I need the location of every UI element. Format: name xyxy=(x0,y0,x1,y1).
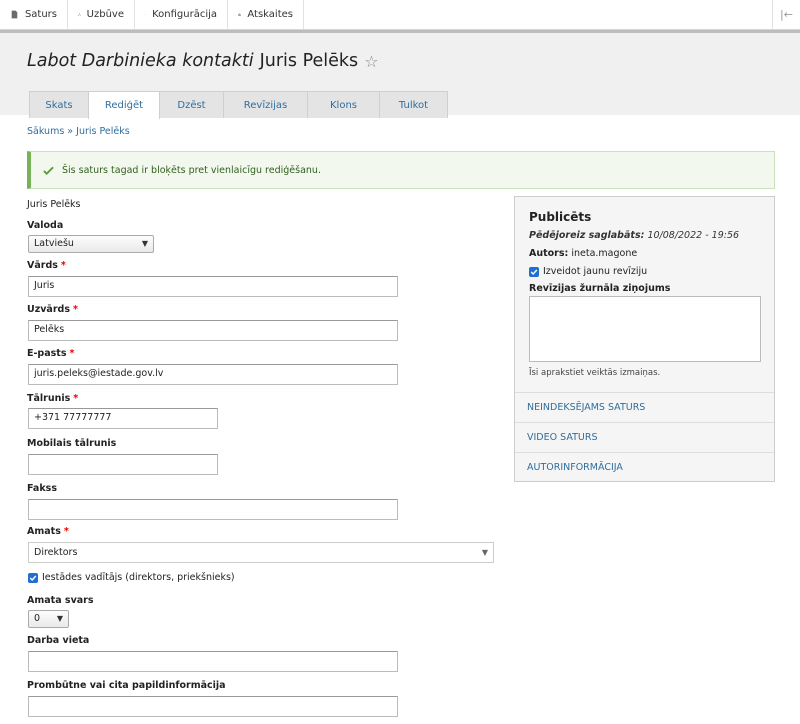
status-message: Šis saturs tagad ir bloķēts pret vienlai… xyxy=(27,151,775,189)
revision-log-textarea[interactable] xyxy=(529,296,761,362)
star-icon[interactable]: ☆ xyxy=(364,52,378,71)
toolbar-item-label: Uzbūve xyxy=(86,9,124,20)
breadcrumb[interactable]: Sākums » Juris Pelēks xyxy=(27,126,130,137)
revision-log-help: Īsi aprakstiet veiktās izmaiņas. xyxy=(529,368,661,378)
toolbar-item-label: Atskaites xyxy=(247,9,293,20)
dropdown-arrow-icon: ▼ xyxy=(56,614,63,623)
phone-label: Tālrunis * xyxy=(27,393,79,404)
toolbar-item-configuration[interactable]: Konfigurācija xyxy=(135,0,228,29)
bar-chart-icon xyxy=(238,13,242,16)
last-name-label: Uzvārds * xyxy=(27,304,78,315)
toolbar-item-content[interactable]: Saturs xyxy=(0,0,68,29)
publishing-panel: Publicēts Pēdējoreiz saglabāts: 10/08/20… xyxy=(515,197,774,392)
fax-label: Fakss xyxy=(27,483,57,494)
weight-select-value: 0 xyxy=(34,613,41,624)
language-select-value: Latviešu xyxy=(34,238,74,249)
page-header: Labot Darbinieka kontakti Juris Pelēks ☆… xyxy=(0,30,800,119)
wrench-icon xyxy=(145,14,147,15)
last-saved: Pēdējoreiz saglabāts: 10/08/2022 - 19:56 xyxy=(529,230,740,241)
dropdown-arrow-icon: ▼ xyxy=(481,548,488,557)
author-info: Autors: ineta.magone xyxy=(529,248,638,259)
toolbar-item-reports[interactable]: Atskaites xyxy=(228,0,304,29)
toolbar-item-label: Konfigurācija xyxy=(152,9,217,20)
new-revision-checkbox[interactable]: Izveidot jaunu revīziju xyxy=(529,266,647,277)
absence-field[interactable] xyxy=(28,696,398,717)
email-label: E-pasts * xyxy=(27,348,75,359)
fax-field[interactable] xyxy=(28,499,398,520)
page-title-name: Juris Pelēks xyxy=(259,51,359,71)
toolbar-item-label: Saturs xyxy=(24,9,57,20)
section-author-info[interactable]: AUTORINFORMĀCIJA xyxy=(515,452,774,482)
email-field[interactable]: juris.peleks@iestade.gov.lv xyxy=(28,364,398,385)
tabs: Skats Rediģēt Dzēst Revīzijas Klons Tulk… xyxy=(29,91,448,119)
revision-log-label: Revīzijas žurnāla ziņojums xyxy=(529,283,671,294)
page-title: Labot Darbinieka kontakti Juris Pelēks ☆ xyxy=(27,51,379,71)
tab-edit[interactable]: Rediģēt xyxy=(88,91,160,119)
first-name-label: Vārds * xyxy=(27,260,66,271)
workplace-label: Darba vieta xyxy=(27,635,90,646)
collapse-icon[interactable]: |← xyxy=(772,0,800,29)
checkbox-checked-icon[interactable] xyxy=(529,266,539,277)
language-select[interactable]: Latviešu ▼ xyxy=(28,235,154,253)
page-title-prefix: Labot Darbinieka kontakti xyxy=(27,51,254,71)
position-select-value: Direktors xyxy=(34,547,78,558)
head-of-institution-checkbox[interactable]: Iestādes vadītājs (direktors, priekšniek… xyxy=(28,572,235,583)
section-video[interactable]: VIDEO SATURS xyxy=(515,422,774,452)
tab-revisions[interactable]: Revīzijas xyxy=(223,91,308,118)
status-message-text: Šis saturs tagad ir bloķēts pret vienlai… xyxy=(62,164,321,176)
structure-icon xyxy=(78,13,81,16)
toolbar-item-structure[interactable]: Uzbūve xyxy=(68,0,135,29)
mobile-field[interactable] xyxy=(28,454,218,475)
tab-delete[interactable]: Dzēst xyxy=(159,91,224,118)
language-label: Valoda xyxy=(27,220,64,231)
meta-sidebar: Publicēts Pēdējoreiz saglabāts: 10/08/20… xyxy=(514,196,775,482)
position-select[interactable]: Direktors ▼ xyxy=(28,542,494,563)
head-checkbox-label: Iestādes vadītājs (direktors, priekšniek… xyxy=(42,572,235,583)
tab-clone[interactable]: Klons xyxy=(307,91,380,118)
dropdown-arrow-icon: ▼ xyxy=(141,239,148,248)
absence-label: Prombūtne vai cita papildinformācija xyxy=(27,680,226,691)
document-icon xyxy=(11,10,18,19)
weight-select[interactable]: 0 ▼ xyxy=(28,610,69,628)
weight-label: Amata svars xyxy=(27,595,94,606)
section-noindex[interactable]: NEINDEKSĒJAMS SATURS xyxy=(515,392,774,422)
last-name-field[interactable]: Pelēks xyxy=(28,320,398,341)
first-name-field[interactable]: Juris xyxy=(28,276,398,297)
publish-status: Publicēts xyxy=(529,210,592,224)
phone-field[interactable]: +371 77777777 xyxy=(28,408,218,429)
workplace-field[interactable] xyxy=(28,651,398,672)
admin-toolbar: Saturs Uzbūve Konfigurācija Atskaites |← xyxy=(0,0,800,30)
tab-view[interactable]: Skats xyxy=(29,91,89,118)
node-title: Juris Pelēks xyxy=(27,199,81,210)
mobile-label: Mobilais tālrunis xyxy=(27,438,117,449)
position-label: Amats * xyxy=(27,526,69,537)
checkbox-checked-icon[interactable] xyxy=(28,572,38,583)
tab-translate[interactable]: Tulkot xyxy=(379,91,448,118)
new-revision-label: Izveidot jaunu revīziju xyxy=(543,266,648,277)
checkmark-icon xyxy=(43,166,54,175)
